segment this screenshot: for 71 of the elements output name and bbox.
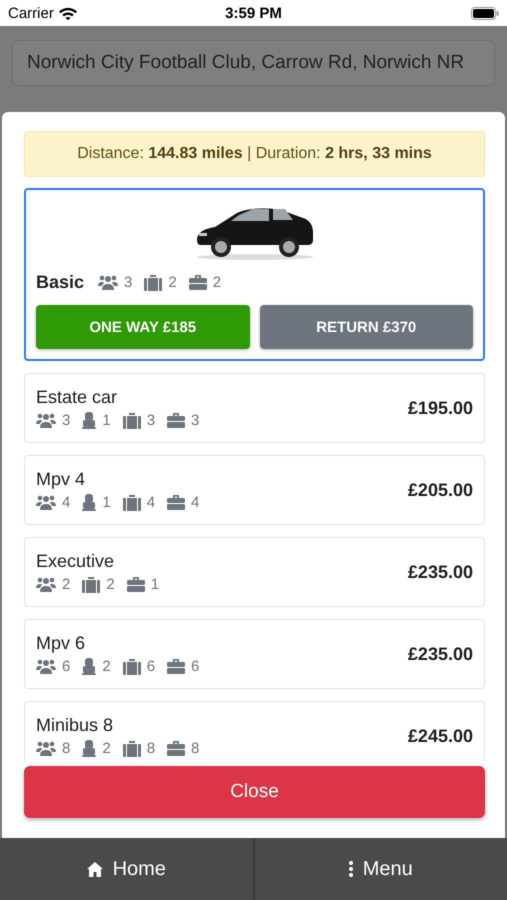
fare-button[interactable]: RETURN £370	[260, 305, 473, 350]
vehicle-card[interactable]: Mpv 4 4 1 4 4 £205.00	[24, 455, 485, 526]
briefcase-icon	[188, 275, 207, 290]
home-icon	[86, 862, 103, 876]
vehicle-card[interactable]: Estate car 3 1 3 3 £195.00	[24, 373, 485, 444]
feature-count: 6	[146, 658, 156, 676]
feature-count: 3	[124, 274, 132, 292]
people-icon	[36, 413, 56, 428]
child-seat-icon	[82, 658, 96, 676]
feature-count: 2	[168, 274, 177, 292]
feature-count: 1	[102, 412, 111, 430]
feature-count: 4	[191, 494, 200, 512]
feature-count: 2	[106, 576, 115, 594]
feature-count: 1	[102, 494, 111, 512]
vehicle-name: Mpv 4	[36, 469, 86, 490]
briefcase-icon	[167, 741, 186, 756]
feature-count: 4	[146, 494, 156, 512]
feature-count: 2	[212, 274, 222, 292]
vehicle-price: £235.00	[408, 644, 473, 665]
briefcase-icon	[126, 577, 145, 592]
vehicle-card[interactable]: Basic 3 2 2 ONE WAY £185 RETURN £370	[24, 188, 485, 362]
feature-count: 6	[191, 658, 200, 676]
suitcase-icon	[144, 274, 162, 291]
feature-count: 4	[62, 494, 70, 512]
suitcase-icon	[122, 740, 141, 757]
vehicle-name: Executive	[36, 551, 116, 572]
vehicle-name: Minibus 8	[36, 715, 114, 736]
people-icon	[36, 577, 56, 592]
vehicle-name: Estate car	[36, 387, 118, 408]
suitcase-icon	[82, 576, 100, 593]
feature-count: 8	[146, 740, 156, 758]
feature-count: 8	[191, 740, 200, 758]
people-icon	[36, 741, 56, 756]
carrier-label: Carrier	[8, 4, 54, 22]
vehicle-price: £195.00	[408, 398, 473, 419]
wifi-icon	[58, 6, 77, 20]
vehicle-name: Mpv 6	[36, 633, 86, 654]
feature-count: 2	[102, 658, 111, 676]
vehicle-price: £235.00	[408, 562, 473, 583]
feature-count: 1	[150, 576, 160, 594]
close-button[interactable]: Close	[24, 766, 485, 818]
feature-count: 8	[62, 740, 70, 758]
suitcase-icon	[122, 412, 141, 429]
briefcase-icon	[167, 659, 186, 674]
fare-button[interactable]: ONE WAY £185	[36, 305, 250, 350]
menu-icon	[348, 861, 353, 877]
suitcase-icon	[122, 494, 141, 511]
people-icon	[98, 275, 118, 290]
people-icon	[36, 495, 56, 510]
briefcase-icon	[167, 495, 186, 510]
feature-count: 2	[102, 740, 111, 758]
feature-count: 3	[191, 412, 200, 430]
feature-count: 6	[62, 658, 70, 676]
battery-icon	[471, 6, 499, 20]
trip-summary: Distance: 144.83 miles | Duration: 2 hrs, 33 mins	[24, 131, 485, 178]
child-seat-icon	[82, 412, 96, 430]
vehicle-price: £245.00	[408, 726, 473, 747]
briefcase-icon	[167, 413, 186, 428]
feature-count: 3	[62, 412, 70, 430]
feature-count: 2	[62, 576, 70, 594]
pickup-field[interactable]: Norwich City Football Club, Carrow Rd, Norwich NR	[12, 40, 495, 86]
vehicle-price: £205.00	[408, 480, 473, 501]
vehicle-card[interactable]: Mpv 6 6 2 6 6 £235.00	[24, 619, 485, 690]
feature-count: 3	[146, 412, 156, 430]
clock-time: 3:59 PM	[225, 4, 282, 22]
suitcase-icon	[122, 658, 141, 675]
people-icon	[36, 659, 56, 674]
vehicle-name: Basic	[36, 272, 84, 294]
child-seat-icon	[82, 494, 96, 512]
child-seat-icon	[82, 740, 96, 758]
vehicle-card[interactable]: Executive 2 2 1 £235.00	[24, 537, 485, 608]
